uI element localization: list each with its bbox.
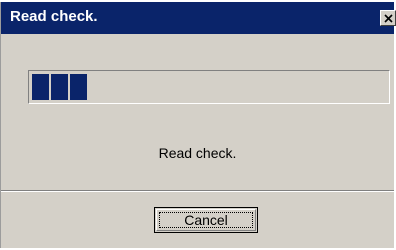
title-bar[interactable]: Read check.	[1, 2, 396, 34]
read-check-dialog: Read check. Read check. Cancel	[0, 2, 396, 248]
close-button[interactable]	[380, 10, 396, 26]
progress-block	[32, 74, 49, 100]
cancel-button[interactable]: Cancel	[154, 207, 258, 233]
close-icon	[383, 13, 393, 23]
progress-block	[51, 74, 68, 100]
status-text: Read check.	[158, 145, 237, 161]
progress-block	[70, 74, 87, 100]
cancel-label: Cancel	[184, 212, 228, 228]
separator	[1, 190, 394, 192]
progress-fill	[32, 74, 386, 100]
dialog-title: Read check.	[10, 8, 98, 25]
progress-bar	[28, 70, 390, 104]
